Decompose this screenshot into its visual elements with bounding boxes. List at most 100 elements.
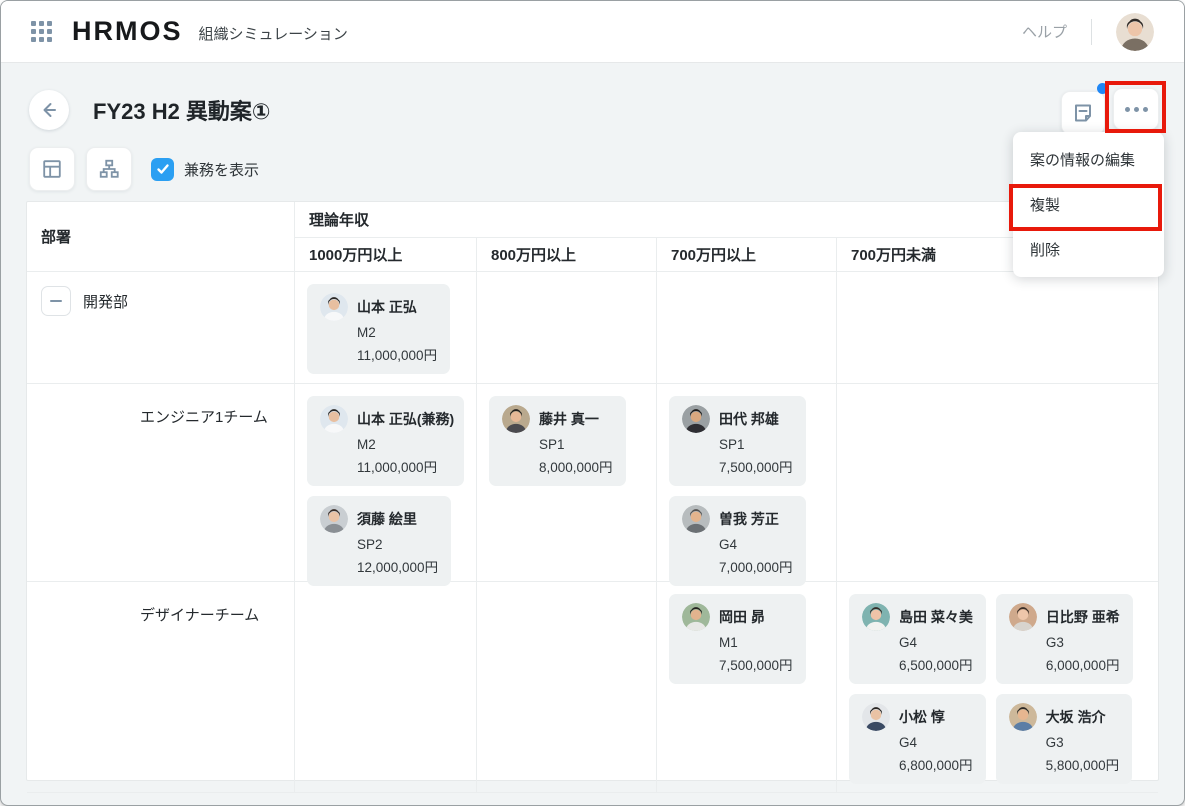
- employee-card[interactable]: 日比野 亜希G36,000,000円: [996, 594, 1133, 684]
- employee-grade: SP1: [719, 437, 793, 452]
- table-view-button[interactable]: [29, 147, 75, 191]
- minus-icon: [50, 300, 62, 302]
- salary-band-cell: [837, 272, 1158, 384]
- employee-salary: 6,000,000円: [1046, 654, 1120, 674]
- employee-grade: SP1: [539, 437, 613, 452]
- employee-name: 藤井 真一: [539, 409, 599, 429]
- collapse-button[interactable]: [41, 286, 71, 316]
- view-toolbar: 兼務を表示: [1, 133, 1184, 191]
- employee-grade: G4: [899, 735, 973, 750]
- app-name: 組織シミュレーション: [199, 23, 348, 44]
- menu-item-duplicate[interactable]: 複製: [1013, 182, 1164, 227]
- dept-cell: 開発部: [27, 272, 295, 384]
- employee-salary: 5,800,000円: [1046, 754, 1120, 774]
- employee-avatar: [862, 703, 890, 731]
- more-button[interactable]: [1113, 88, 1159, 130]
- salary-band-cell: 山本 正弘(兼務)M211,000,000円須藤 絵里SP212,000,000…: [295, 384, 477, 582]
- topbar: HRMOS 組織シミュレーション ヘルプ: [1, 1, 1184, 63]
- employee-grade: SP2: [357, 537, 438, 552]
- employee-avatar: [1009, 703, 1037, 731]
- employee-card[interactable]: 岡田 昴 M1 7,500,000円: [669, 594, 806, 684]
- page-header: FY23 H2 異動案①: [1, 63, 1184, 133]
- org-chart-icon: [98, 158, 120, 180]
- employee-avatar: [682, 405, 710, 433]
- salary-band-cell: [477, 582, 657, 793]
- org-chart-view-button[interactable]: [86, 147, 132, 191]
- employee-salary: 11,000,000円: [357, 456, 451, 476]
- person-avatar-icon: [320, 405, 348, 433]
- employee-salary: 7,500,000円: [719, 654, 793, 674]
- employee-grade: M2: [357, 437, 451, 452]
- app-window: HRMOS 組織シミュレーション ヘルプ FY23 H2 異動案①: [0, 0, 1185, 806]
- employee-avatar: [1009, 603, 1037, 631]
- person-avatar-icon: [320, 505, 348, 533]
- person-avatar-icon: [862, 703, 890, 731]
- employee-avatar: [682, 505, 710, 533]
- employee-avatar: [862, 603, 890, 631]
- context-menu: 案の情報の編集複製削除: [1013, 132, 1164, 277]
- table-layout-icon: [41, 158, 63, 180]
- employee-card[interactable]: 島田 菜々美G46,500,000円: [849, 594, 986, 684]
- employee-salary: 6,800,000円: [899, 754, 973, 774]
- app-launcher-icon[interactable]: [31, 21, 52, 42]
- employee-name: 岡田 昴: [719, 607, 765, 627]
- notification-dot: [1097, 83, 1108, 94]
- employee-salary: 8,000,000円: [539, 456, 613, 476]
- employee-card[interactable]: 須藤 絵里SP212,000,000円: [307, 496, 451, 586]
- show-concurrent-checkbox[interactable]: 兼務を表示: [151, 158, 259, 181]
- employee-name: 島田 菜々美: [899, 607, 973, 627]
- employee-name: 小松 惇: [899, 707, 945, 727]
- note-button[interactable]: [1061, 91, 1105, 135]
- employee-name: 日比野 亜希: [1046, 607, 1120, 627]
- salary-col-header-2: 800万円以上: [477, 238, 657, 272]
- employee-grade: M2: [357, 325, 437, 340]
- menu-item-edit-info[interactable]: 案の情報の編集: [1013, 137, 1164, 182]
- employee-card[interactable]: 山本 正弘M211,000,000円: [307, 284, 450, 374]
- employee-card[interactable]: 小松 惇 G4 6,800,000円: [849, 694, 986, 784]
- person-avatar-icon: [682, 603, 710, 631]
- person-avatar-icon: [682, 505, 710, 533]
- salary-band-cell: 島田 菜々美G46,500,000円日比野 亜希G36,000,000円小松 惇…: [837, 582, 1158, 793]
- salary-band-cell: [657, 272, 837, 384]
- salary-band-cell: [837, 384, 1158, 582]
- employee-avatar: [320, 505, 348, 533]
- dept-cell: エンジニア1チーム: [27, 384, 295, 582]
- menu-item-delete[interactable]: 削除: [1013, 227, 1164, 272]
- employee-salary: 7,000,000円: [719, 556, 793, 576]
- person-avatar-icon: [320, 293, 348, 321]
- employee-name: 大坂 浩介: [1046, 707, 1106, 727]
- salary-band-cell: 岡田 昴 M1 7,500,000円: [657, 582, 837, 793]
- employee-name: 山本 正弘(兼務): [357, 409, 454, 429]
- org-table: 部署 理論年収 1000万円以上 800万円以上 700万円以上 700万円未満…: [26, 201, 1159, 781]
- salary-band-cell: [295, 582, 477, 793]
- salary-col-header-3: 700万円以上: [657, 238, 837, 272]
- topbar-divider: [1091, 19, 1092, 45]
- salary-band-cell: 藤井 真一 SP1 8,000,000円: [477, 384, 657, 582]
- checkbox-label: 兼務を表示: [184, 159, 259, 180]
- employee-name: 山本 正弘: [357, 297, 417, 317]
- back-button[interactable]: [29, 90, 69, 130]
- dept-column-header: 部署: [27, 202, 295, 272]
- employee-grade: M1: [719, 635, 793, 650]
- arrow-left-icon: [39, 100, 59, 120]
- employee-card[interactable]: 曽我 芳正G47,000,000円: [669, 496, 806, 586]
- employee-grade: G3: [1046, 735, 1120, 750]
- employee-salary: 12,000,000円: [357, 556, 438, 576]
- person-avatar-icon: [1009, 703, 1037, 731]
- employee-card[interactable]: 山本 正弘(兼務) M2 11,000,000円: [307, 396, 464, 486]
- person-avatar-icon: [502, 405, 530, 433]
- employee-card[interactable]: 藤井 真一 SP1 8,000,000円: [489, 396, 626, 486]
- memo-icon: [1072, 102, 1094, 124]
- hrmos-logo: HRMOS: [72, 16, 183, 47]
- employee-card[interactable]: 田代 邦雄SP17,500,000円: [669, 396, 806, 486]
- dept-name: 開発部: [83, 291, 128, 312]
- salary-band-cell: 山本 正弘M211,000,000円: [295, 272, 477, 384]
- employee-salary: 7,500,000円: [719, 456, 793, 476]
- salary-band-cell: 田代 邦雄SP17,500,000円曽我 芳正G47,000,000円: [657, 384, 837, 582]
- employee-avatar: [320, 293, 348, 321]
- employee-grade: G4: [719, 537, 793, 552]
- user-avatar[interactable]: [1116, 13, 1154, 51]
- checkbox-checked-icon: [151, 158, 174, 181]
- employee-card[interactable]: 大坂 浩介 G3 5,800,000円: [996, 694, 1133, 784]
- help-link[interactable]: ヘルプ: [1022, 21, 1067, 42]
